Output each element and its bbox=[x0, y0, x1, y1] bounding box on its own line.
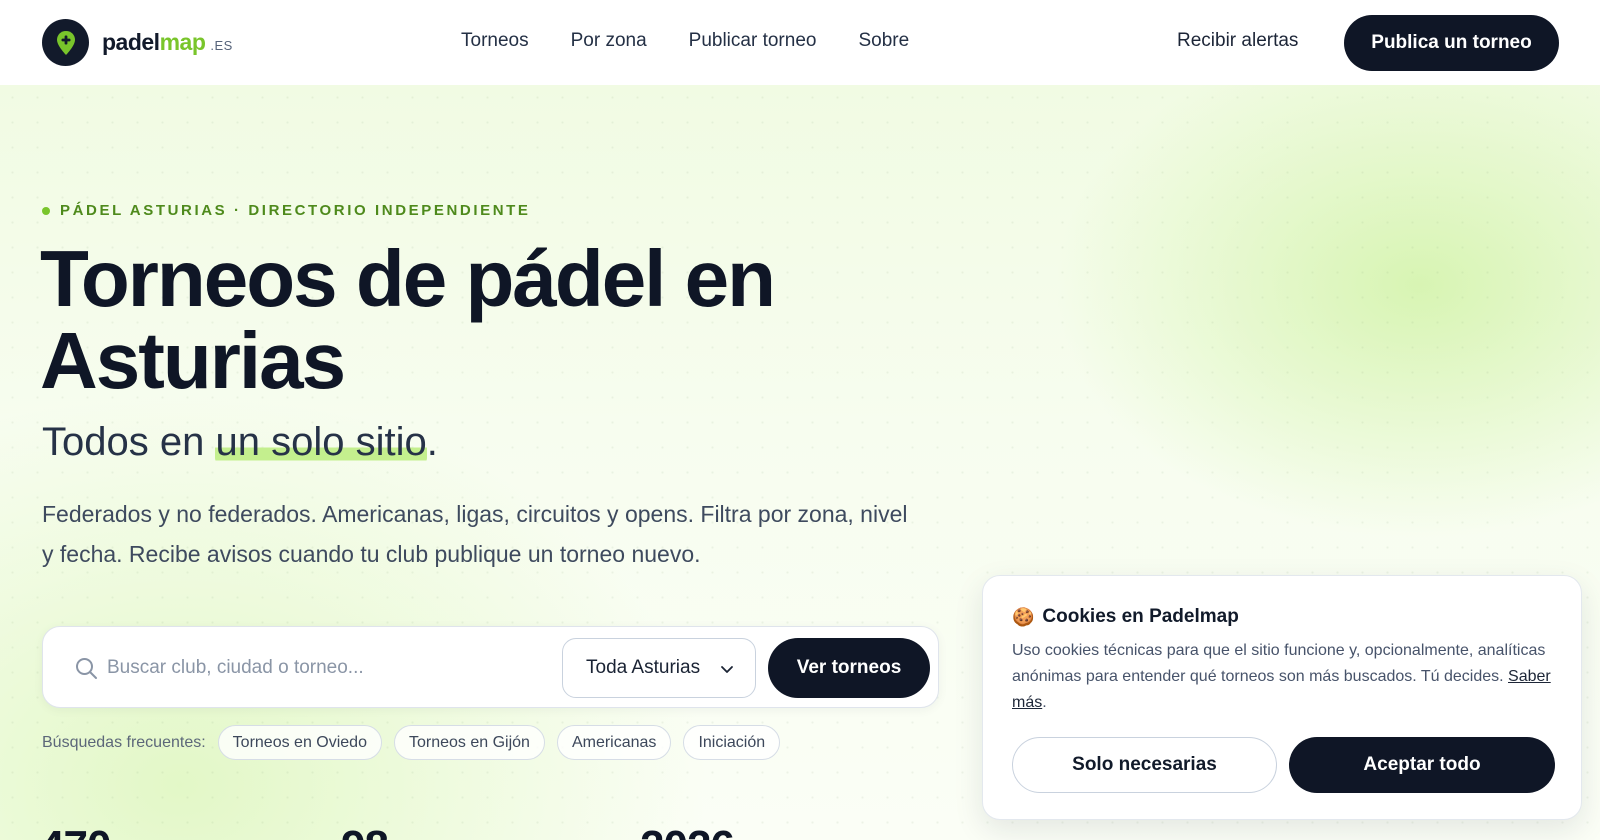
subtitle-after: . bbox=[426, 420, 438, 464]
accept-all-button[interactable]: Aceptar todo bbox=[1289, 737, 1555, 793]
nav-item-por-zona[interactable]: Por zona bbox=[571, 30, 647, 52]
only-necessary-button[interactable]: Solo necesarias bbox=[1012, 737, 1277, 793]
hero-subtitle: Todos en un solo sitio. bbox=[42, 420, 438, 465]
eyebrow-text: PÁDEL ASTURIAS · DIRECTORIO INDEPENDIENT… bbox=[60, 202, 531, 219]
status-dot-icon bbox=[42, 206, 50, 215]
site-header: padelmap .ES Torneos Por zona Publicar to… bbox=[0, 0, 1600, 85]
search-input[interactable] bbox=[107, 649, 537, 687]
map-pin-icon bbox=[42, 19, 89, 66]
hero-description: Federados y no federados. Americanas, li… bbox=[42, 501, 908, 567]
search-chip-americanas[interactable]: Americanas bbox=[556, 725, 672, 760]
hero-eyebrow: PÁDEL ASTURIAS · DIRECTORIO INDEPENDIENT… bbox=[42, 202, 531, 219]
logo-wordmark: padelmap .ES bbox=[102, 29, 233, 56]
search-icon bbox=[74, 656, 98, 685]
cookie-text-after: . bbox=[1042, 694, 1047, 711]
cookie-banner-title: 🍪 Cookies en Padelmap bbox=[1012, 606, 1239, 628]
chevron-down-icon bbox=[721, 666, 733, 673]
subtitle-highlight: un solo sitio bbox=[215, 420, 427, 464]
hero-stats: 470 98 2026 bbox=[40, 822, 940, 840]
cookie-banner-text: Uso cookies técnicas para que el sitio f… bbox=[1012, 638, 1562, 716]
main-nav: Torneos Por zona Publicar torneo Sobre bbox=[461, 30, 909, 52]
receive-alerts-link[interactable]: Recibir alertas bbox=[1177, 30, 1298, 52]
nav-item-publicar-torneo[interactable]: Publicar torneo bbox=[689, 30, 817, 52]
frequent-searches-label: Búsquedas frecuentes: bbox=[42, 733, 206, 751]
cookie-text-body: Uso cookies técnicas para que el sitio f… bbox=[1012, 642, 1546, 685]
cookie-icon: 🍪 bbox=[1012, 606, 1035, 627]
page-title: Torneos de pádel en Asturias bbox=[40, 234, 776, 405]
search-chip-iniciacion[interactable]: Iniciación bbox=[683, 725, 781, 760]
logo-tld: .ES bbox=[210, 38, 233, 53]
nav-item-sobre[interactable]: Sobre bbox=[858, 30, 909, 52]
stat-value-2: 98 bbox=[341, 822, 389, 840]
region-select-value: Toda Asturias bbox=[586, 657, 701, 678]
view-tournaments-button[interactable]: Ver torneos bbox=[768, 638, 930, 698]
cookie-title-text: Cookies en Padelmap bbox=[1042, 606, 1239, 627]
frequent-searches: Búsquedas frecuentes: Torneos en Oviedo … bbox=[42, 725, 792, 760]
logo-name-accent: map bbox=[159, 29, 206, 55]
search-chip-oviedo[interactable]: Torneos en Oviedo bbox=[217, 725, 382, 760]
nav-item-torneos[interactable]: Torneos bbox=[461, 30, 529, 52]
search-bar: Toda Asturias Ver torneos bbox=[42, 626, 939, 708]
search-chip-gijon[interactable]: Torneos en Gijón bbox=[393, 725, 545, 760]
publish-tournament-button[interactable]: Publica un torneo bbox=[1344, 15, 1559, 71]
logo[interactable]: padelmap .ES bbox=[42, 19, 233, 66]
stat-value-3: 2026 bbox=[640, 822, 735, 840]
stat-value-1: 470 bbox=[40, 822, 111, 840]
region-select[interactable]: Toda Asturias bbox=[562, 638, 756, 698]
logo-name-main: padel bbox=[102, 29, 160, 55]
cookie-banner: 🍪 Cookies en Padelmap Uso cookies técnic… bbox=[982, 575, 1582, 820]
subtitle-before: Todos en bbox=[42, 420, 216, 464]
